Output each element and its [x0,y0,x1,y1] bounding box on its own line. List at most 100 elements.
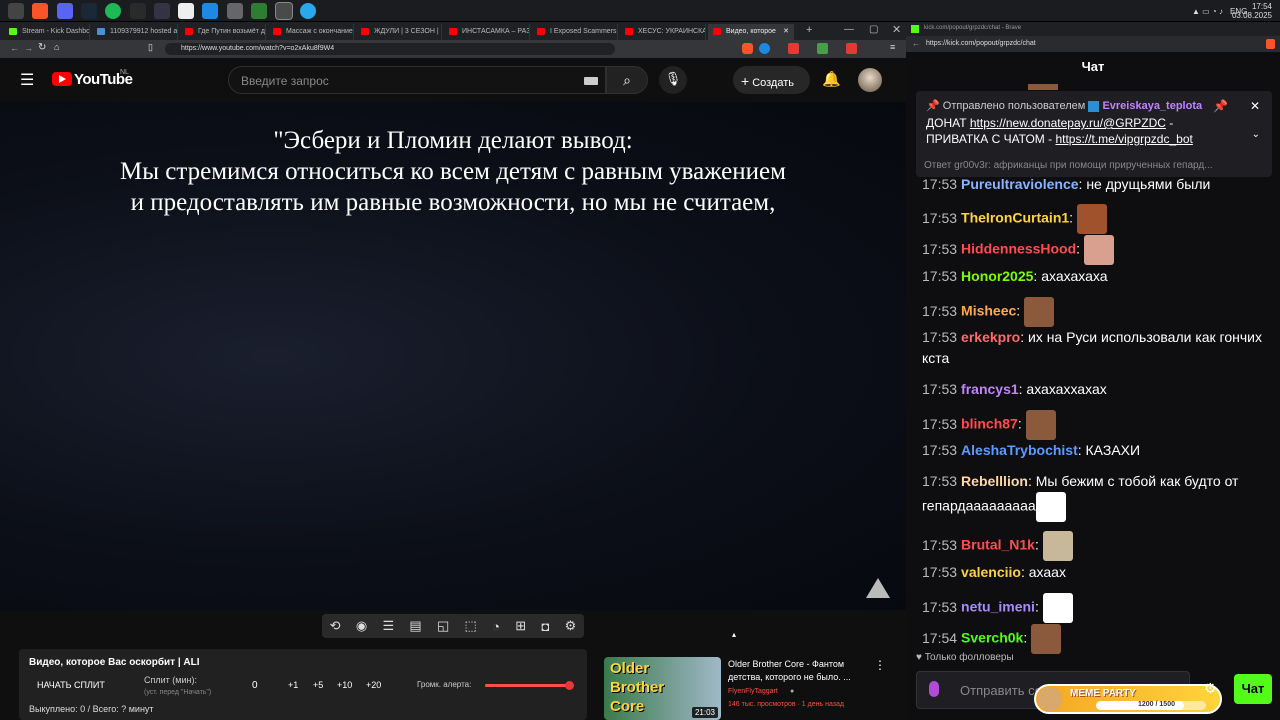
more-options-icon[interactable]: ⋮ [874,658,886,672]
back-icon[interactable]: ← [912,39,920,48]
split-value[interactable]: 0 [252,680,258,691]
browser-tab[interactable]: Stream - Kick Dashboard [4,24,90,40]
browser-tab[interactable]: 1109379912 hosted at Im [92,24,178,40]
spotify-icon[interactable] [105,3,121,19]
chat-message[interactable]: 17:53 francys1: ахахаххахах [922,379,1262,400]
increment-plus-5[interactable]: +5 [313,680,323,690]
recommendation-title[interactable]: Older Brother Core - Фантом детства, кот… [728,658,878,684]
pinned-user[interactable]: Evreiskaya_teplota [1102,100,1202,112]
volume-slider[interactable] [485,681,575,690]
browser-tab[interactable]: ХЕСУС: УКРАИНСКАЯ ( [620,24,706,40]
channel-name[interactable]: FlyenFlyTaggart [728,688,778,695]
chat-message[interactable]: 17:53 Brutal_N1k: [922,531,1262,561]
app-icon[interactable] [202,3,218,19]
playlist-icon[interactable]: ☰ [382,618,394,634]
message-username[interactable]: netu_imeni [961,599,1035,615]
message-username[interactable]: francys1 [961,381,1019,397]
chat-message[interactable]: 17:53 Rebelllion: Мы бежим с тобой как бу… [922,471,1262,522]
search-input[interactable]: Введите запрос [228,66,606,94]
message-username[interactable]: Rebelllion [961,473,1028,489]
app-icon[interactable] [275,2,293,20]
maximize-button[interactable]: ▢ [869,24,878,35]
message-username[interactable]: Sverch0k [961,630,1023,646]
close-tab-icon[interactable]: ✕ [783,27,789,35]
recommendation-thumbnail[interactable]: Older Brother Core 21:03 [604,657,721,720]
speed-icon[interactable]: ◔ [492,619,500,634]
bookmark-icon[interactable]: ▯ [148,42,153,53]
screenshot-icon[interactable]: ◘ [541,619,549,634]
message-username[interactable]: erkekpro [961,329,1020,345]
settings-gear-icon[interactable]: ⚙ [1204,680,1217,697]
pinned-link[interactable]: https://new.donatepay.ru/@GRPZDC [970,116,1166,130]
chat-message[interactable]: 17:53 TheIronCurtain1: [922,204,1262,234]
url-field[interactable]: https://www.youtube.com/watch?v=o2xAku8f… [165,43,615,55]
chat-message[interactable]: 17:53 AleshaTrybochist: КАЗАХИ [922,440,1262,461]
clip-icon[interactable]: ▤ [409,618,421,634]
search-button[interactable]: ⌕ [606,66,648,94]
browser-tab[interactable]: Массаж с окончанием [268,24,354,40]
app-icon[interactable] [251,3,267,19]
message-username[interactable]: TheIronCurtain1 [961,210,1069,226]
clock[interactable]: 17:54 03.08.2025 [1232,2,1272,20]
chevron-down-icon[interactable]: ⌄ [1252,129,1260,140]
extension-icon[interactable] [817,43,828,54]
chat-message[interactable]: 17:53 netu_imeni: [922,593,1262,623]
chat-message[interactable]: 17:53 Honor2025: ахахахаха [922,266,1262,287]
browser-tab[interactable]: ЖДУЛИ | 3 СЕЗОН | 8 В [356,24,442,40]
unpin-icon[interactable]: 📌 [1213,99,1228,113]
chat-message[interactable]: 17:53 HiddennessHood: [922,235,1262,265]
extension-icon[interactable] [846,43,857,54]
loop-icon[interactable]: ⟲ [330,618,341,634]
app-icon[interactable] [178,3,194,19]
message-username[interactable]: Brutal_N1k [961,537,1035,553]
meme-party-banner[interactable]: MEME PARTY 1200 / 1500 [1034,684,1222,714]
voice-search-button[interactable]: 🎙 [659,66,687,94]
chat-message[interactable]: 17:53 Pureultraviolence: не друщьями были [922,174,1262,195]
message-username[interactable]: HiddennessHood [961,241,1076,257]
browser-tab[interactable]: ИНСТАСАМКА – РАЗОБ [444,24,530,40]
recommendation-card[interactable]: Older Brother Core 21:03 Older Brother C… [604,649,906,720]
audio-icon[interactable]: ◉ [356,618,367,634]
chat-message[interactable]: 17:53 blinch87: [922,410,1262,440]
menu-icon[interactable]: ≡ [890,42,895,52]
chat-message[interactable]: 17:53 valenciio: ахаах [922,562,1262,583]
start-icon[interactable] [8,3,24,19]
home-icon[interactable]: ⌂ [54,42,59,52]
keyboard-icon[interactable] [584,77,598,85]
message-username[interactable]: Misheec [961,303,1016,319]
shield-icon[interactable] [742,43,753,54]
add-icon[interactable]: ⊞ [515,618,526,634]
discord-icon[interactable] [57,3,73,19]
extension-icon[interactable] [788,43,799,54]
settings-gear-icon[interactable]: ⚙ [565,618,577,634]
avatar[interactable] [858,68,882,92]
minimize-button[interactable]: — [844,24,854,35]
app-icon[interactable] [227,3,243,19]
brave-shield-icon[interactable] [1266,39,1275,49]
chat-message[interactable]: 17:54 Sverch0k: [922,624,1262,654]
browser-tab[interactable]: I Exposed Scammers in [532,24,618,40]
browser-tab[interactable]: Где Путин возьмёт деньги [180,24,266,40]
chat-url-bar[interactable]: ← https://kick.com/popout/grpzdc/chat [906,36,1280,52]
new-tab-button[interactable]: + [806,24,812,36]
extension-icon[interactable] [759,43,770,54]
chat-message[interactable]: 17:53 Misheec: [922,297,1262,327]
pinned-link[interactable]: https://t.me/vipgrpzdc_bot [1055,132,1192,146]
increment-plus-20[interactable]: +20 [366,680,381,690]
telegram-icon[interactable] [300,3,316,19]
message-username[interactable]: blinch87 [961,416,1018,432]
obs-icon[interactable] [154,3,170,19]
chat-message[interactable]: 17:53 erkekpro: их на Руси использовали к… [922,327,1262,369]
steam-icon[interactable] [81,3,97,19]
notifications-bell-icon[interactable]: 🔔 [822,70,841,88]
close-icon[interactable]: ✕ [1250,99,1260,113]
message-username[interactable]: valenciio [961,564,1021,580]
frame-icon[interactable]: ⬚ [465,618,477,634]
browser-tab[interactable]: Видео, которое ✕ [708,24,794,40]
message-username[interactable]: Pureultraviolence [961,176,1079,192]
volume-slider-knob[interactable] [565,681,575,690]
start-split-button[interactable]: НАЧАТЬ СПЛИТ [37,680,105,690]
message-username[interactable]: AleshaTrybochist [961,442,1078,458]
close-window-button[interactable]: ✕ [892,23,901,36]
pip-icon[interactable]: ◱ [437,618,449,634]
